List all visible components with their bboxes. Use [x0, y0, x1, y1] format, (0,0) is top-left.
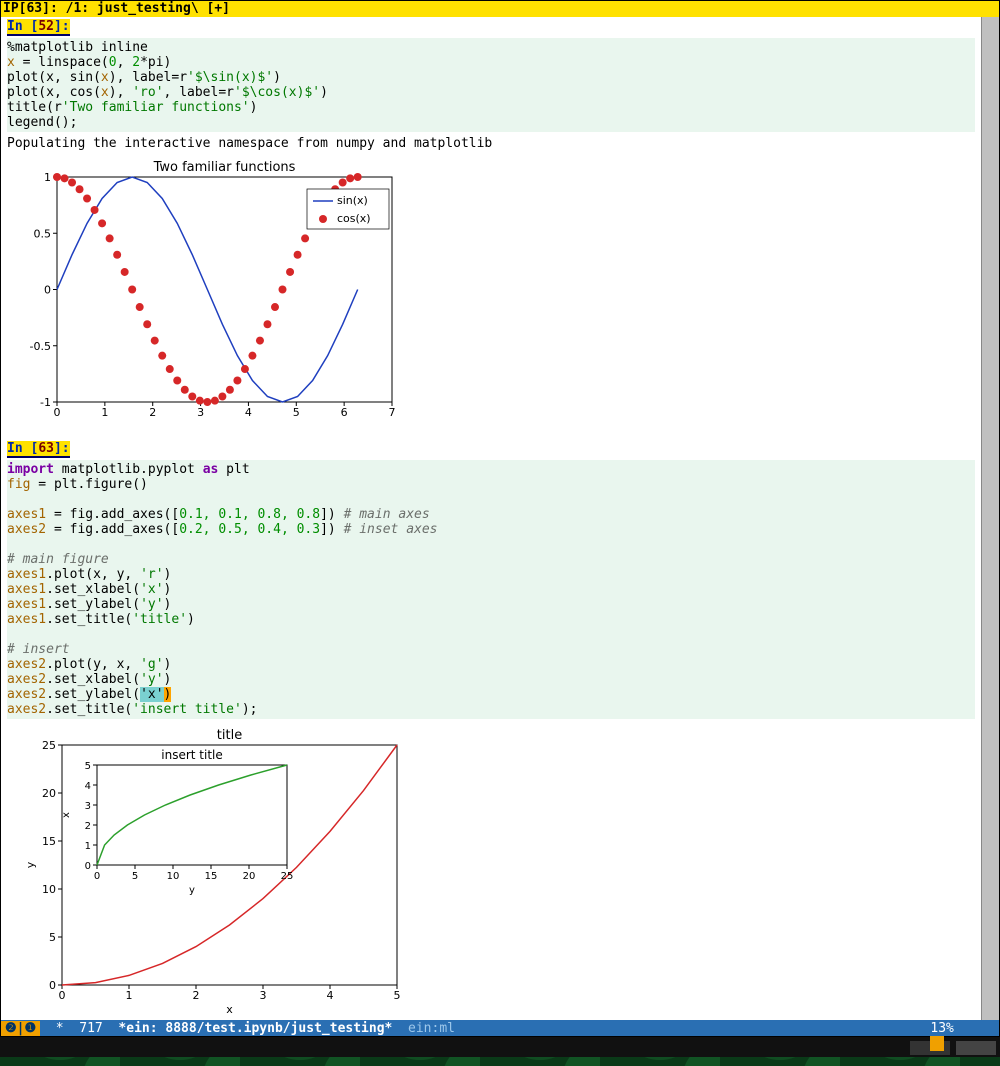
- emacs-window: IP[63]: /1: just_testing\ [+] In [52]: %…: [0, 0, 1000, 1037]
- svg-text:1: 1: [85, 841, 91, 852]
- svg-text:25: 25: [281, 871, 294, 882]
- svg-text:20: 20: [243, 871, 256, 882]
- plot-output: 0 1 2 3 4 5 0 5 10 15 20 25 title x y 0 5 10 15 20 25 0 1 2 3 4 5 i…: [1, 719, 981, 1020]
- major-mode: ein:ml: [392, 1021, 455, 1036]
- cursor-position: 34:20: [930, 1006, 993, 1021]
- svg-text:5: 5: [293, 406, 300, 419]
- svg-text:0: 0: [85, 861, 91, 872]
- modeline: ❷|❶ * 717 *ein: 8888/test.ipynb/just_tes…: [1, 1020, 999, 1036]
- svg-text:0: 0: [44, 284, 51, 297]
- cursor: ): [164, 687, 172, 702]
- svg-text:0: 0: [54, 406, 61, 419]
- svg-text:Two familiar functions: Two familiar functions: [153, 160, 296, 175]
- svg-text:0: 0: [59, 989, 66, 1002]
- svg-text:0: 0: [49, 979, 56, 992]
- svg-text:3: 3: [197, 406, 204, 419]
- svg-text:0.5: 0.5: [34, 227, 52, 240]
- modeline-indicator: [930, 1036, 944, 1051]
- svg-text:10: 10: [167, 871, 180, 882]
- svg-text:cos(x): cos(x): [337, 212, 371, 225]
- scroll-percent: 13%: [930, 1021, 953, 1036]
- window-titlebar: IP[63]: /1: just_testing\ [+]: [1, 1, 999, 17]
- svg-text:4: 4: [245, 406, 252, 419]
- svg-text:0: 0: [94, 871, 100, 882]
- svg-text:1: 1: [126, 989, 133, 1002]
- svg-text:20: 20: [42, 787, 56, 800]
- svg-text:title: title: [217, 728, 242, 743]
- svg-text:25: 25: [42, 739, 56, 752]
- svg-text:y: y: [24, 861, 37, 868]
- svg-text:insert title: insert title: [161, 748, 223, 762]
- svg-text:4: 4: [85, 781, 91, 792]
- svg-text:5: 5: [394, 989, 401, 1002]
- svg-text:10: 10: [42, 883, 56, 896]
- buffer-name: *ein: 8888/test.ipynb/just_testing*: [118, 1021, 392, 1036]
- svg-text:15: 15: [205, 871, 218, 882]
- cell: In [52]: %matplotlib inline x = linspace…: [1, 17, 981, 151]
- svg-text:4: 4: [327, 989, 334, 1002]
- selection: 'x': [140, 687, 163, 702]
- desktop-strip: [0, 1037, 1000, 1057]
- svg-text:1: 1: [101, 406, 108, 419]
- svg-text:-1: -1: [40, 396, 51, 409]
- plot-output: 0 1 2 3 4 5 6 7 -1 -0.5 0 0.5 1 Two familiar function…: [1, 151, 981, 427]
- svg-text:2: 2: [193, 989, 200, 1002]
- svg-text:x: x: [61, 812, 72, 818]
- svg-text:5: 5: [85, 761, 91, 772]
- svg-text:5: 5: [132, 871, 138, 882]
- svg-text:7: 7: [389, 406, 396, 419]
- svg-text:-0.5: -0.5: [30, 340, 51, 353]
- svg-text:5: 5: [49, 931, 56, 944]
- svg-text:6: 6: [341, 406, 348, 419]
- window-number-badge: ❷|❶: [1, 1021, 40, 1036]
- chart-figure: 0 1 2 3 4 5 6 7 -1 -0.5 0 0.5 1 Two familiar function…: [7, 157, 407, 427]
- svg-text:x: x: [226, 1003, 233, 1016]
- buffer-content[interactable]: In [52]: %matplotlib inline x = linspace…: [1, 17, 981, 1020]
- svg-text:15: 15: [42, 835, 56, 848]
- cell-stdout: Populating the interactive namespace fro…: [7, 132, 975, 151]
- svg-text:y: y: [189, 885, 195, 896]
- svg-text:2: 2: [149, 406, 156, 419]
- svg-text:2: 2: [85, 821, 91, 832]
- code-block[interactable]: %matplotlib inline x = linspace(0, 2*pi)…: [7, 38, 975, 132]
- svg-text:sin(x): sin(x): [337, 194, 368, 207]
- chart-figure: 0 1 2 3 4 5 0 5 10 15 20 25 title x y 0 5 10 15 20 25 0 1 2 3 4 5 i…: [7, 725, 427, 1020]
- svg-text:1: 1: [44, 171, 51, 184]
- svg-text:3: 3: [260, 989, 267, 1002]
- svg-text:3: 3: [85, 801, 91, 812]
- input-prompt: In [52]:: [7, 19, 70, 36]
- scrollbar[interactable]: [981, 17, 999, 1020]
- input-prompt: In [63]:: [7, 441, 70, 458]
- cell: In [63]: import matplotlib.pyplot as plt…: [1, 439, 981, 719]
- code-block[interactable]: import matplotlib.pyplot as plt fig = pl…: [7, 460, 975, 719]
